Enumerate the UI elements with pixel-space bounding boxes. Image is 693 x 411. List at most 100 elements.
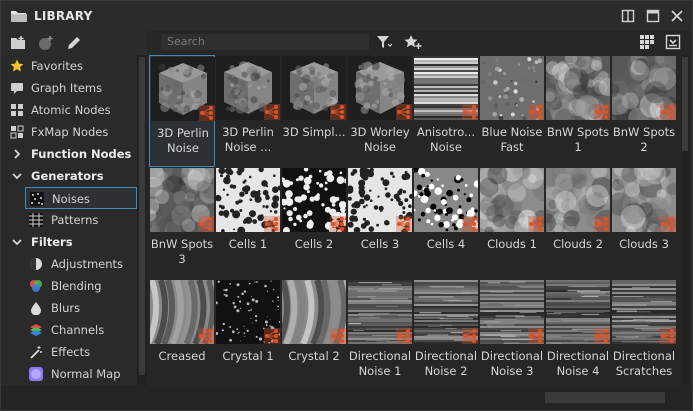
- resource-item-anisotro-noise[interactable]: Anisotro... Noise: [413, 55, 479, 167]
- resource-label: Crystal 1: [222, 349, 274, 363]
- resource-item-creased[interactable]: Creased: [149, 279, 215, 386]
- resource-item-directional-scratches[interactable]: Directional Scratches: [611, 279, 677, 386]
- new-folder-icon[interactable]: [10, 35, 26, 51]
- resource-item-cells-1[interactable]: Cells 1: [215, 167, 281, 279]
- resource-label: 3D Perlin Noise: [157, 126, 209, 155]
- sidebar-item-label: Blurs: [51, 301, 81, 315]
- resource-thumbnail: [546, 280, 610, 344]
- resource-label: Cells 3: [360, 237, 400, 251]
- atomic-nodes-icon: [10, 103, 24, 117]
- sidebar-scrollbar-thumb[interactable]: [139, 57, 145, 375]
- graph-badge-icon: [462, 104, 478, 120]
- sidebar-item-label: FxMap Nodes: [31, 125, 109, 139]
- resource-item-crystal-1[interactable]: Crystal 1: [215, 279, 281, 386]
- resource-item-3d-perlin-noise[interactable]: 3D Perlin Noise ...: [215, 55, 281, 167]
- sidebar-item-blending[interactable]: Blending: [25, 275, 137, 297]
- resource-item-bnw-spots-3[interactable]: BnW Spots 3: [149, 167, 215, 279]
- sidebar-item-function-nodes[interactable]: Function Nodes: [1, 143, 137, 165]
- favorite-add-icon[interactable]: [404, 34, 422, 50]
- normal-map-icon: [29, 367, 43, 381]
- patterns-icon: [29, 213, 43, 227]
- display-options-icon[interactable]: [665, 34, 681, 50]
- library-panel: LIBRARY Search Favorites Graph Items Ato…: [0, 0, 693, 411]
- resource-item-cells-2[interactable]: Cells 2: [281, 167, 347, 279]
- sidebar-item-adjustments[interactable]: Adjustments: [25, 253, 137, 275]
- resource-thumbnail: [216, 56, 280, 120]
- sidebar-item-fxmap-nodes[interactable]: FxMap Nodes: [1, 121, 137, 143]
- resource-label: Clouds 1: [487, 237, 537, 251]
- search-input[interactable]: Search: [161, 34, 369, 50]
- sidebar-item-blurs[interactable]: Blurs: [25, 297, 137, 319]
- sidebar-item-label: Effects: [51, 345, 91, 359]
- resource-thumbnail: [480, 168, 544, 232]
- sidebar-item-graph-items[interactable]: Graph Items: [1, 77, 137, 99]
- maximize-icon[interactable]: [646, 9, 660, 23]
- sidebar-item-generators[interactable]: Generators: [1, 165, 137, 187]
- resource-label: Blue Noise Fast: [481, 125, 543, 154]
- resource-item-directional-noise-4[interactable]: Directional Noise 4: [545, 279, 611, 386]
- resource-thumbnail: [151, 57, 215, 121]
- resource-item-clouds-1[interactable]: Clouds 1: [479, 167, 545, 279]
- sidebar-item-effects[interactable]: Effects: [25, 341, 137, 363]
- graph-badge-icon: [660, 216, 676, 232]
- resource-thumbnail: [282, 280, 346, 344]
- edit-pencil-icon[interactable]: [66, 35, 82, 51]
- resource-grid: 3D Perlin Noise 3D Perlin Noise ... 3D Sim…: [149, 55, 679, 386]
- sidebar-item-label: Favorites: [31, 59, 83, 73]
- resource-label: Directional Noise 3: [480, 349, 544, 378]
- resource-item-clouds-2[interactable]: Clouds 2: [545, 167, 611, 279]
- resource-item-directional-noise-2[interactable]: Directional Noise 2: [413, 279, 479, 386]
- resource-item-3d-worley-noise[interactable]: 3D Worley Noise: [347, 55, 413, 167]
- resource-label: Cells 1: [228, 237, 268, 251]
- grid-view-icon[interactable]: [639, 34, 655, 50]
- filter-icon[interactable]: [376, 34, 392, 50]
- sidebar-item-filters[interactable]: Filters: [1, 231, 137, 253]
- resource-thumbnail: [414, 168, 478, 232]
- graph-badge-icon: [660, 328, 676, 344]
- resource-item-3d-perlin-noise[interactable]: 3D Perlin Noise: [149, 55, 215, 167]
- float-window-icon[interactable]: [621, 9, 635, 23]
- graph-badge-icon: [528, 216, 544, 232]
- resource-item-directional-noise-3[interactable]: Directional Noise 3: [479, 279, 545, 386]
- sidebar-item-label: Adjustments: [51, 257, 124, 271]
- sidebar-item-label: Blending: [51, 279, 102, 293]
- resource-thumbnail: [546, 56, 610, 120]
- sidebar-item-noises[interactable]: Noises: [25, 187, 137, 209]
- resource-thumbnail: [348, 168, 412, 232]
- sidebar-item-patterns[interactable]: Patterns: [25, 209, 137, 231]
- resource-thumbnail: [348, 280, 412, 344]
- grid-scrollbar-thumb[interactable]: [682, 57, 688, 151]
- resource-item-bnw-spots-1[interactable]: BnW Spots 1: [545, 55, 611, 167]
- graph-badge-icon: [264, 216, 280, 232]
- graph-badge-icon: [330, 216, 346, 232]
- resource-item-clouds-3[interactable]: Clouds 3: [611, 167, 677, 279]
- graph-badge-icon: [330, 328, 346, 344]
- channels-icon: [29, 323, 43, 337]
- sidebar-item-normal-map[interactable]: Normal Map: [25, 363, 137, 385]
- resource-label: Directional Noise 4: [546, 349, 610, 378]
- resource-item-3d-simpl[interactable]: 3D Simpl...: [281, 55, 347, 167]
- sidebar-item-label: Filters: [31, 235, 73, 249]
- close-icon[interactable]: [670, 9, 684, 23]
- graph-badge-icon: [198, 216, 214, 232]
- graph-badge-icon: [396, 328, 412, 344]
- adjustments-icon: [29, 257, 43, 271]
- resource-item-crystal-2[interactable]: Crystal 2: [281, 279, 347, 386]
- sidebar-item-channels[interactable]: Channels: [25, 319, 137, 341]
- resource-item-cells-4[interactable]: Cells 4: [413, 167, 479, 279]
- sidebar-item-label: Patterns: [51, 213, 99, 227]
- resource-item-blue-noise-fast[interactable]: Blue Noise Fast: [479, 55, 545, 167]
- graph-badge-icon: [396, 216, 412, 232]
- resource-item-directional-noise-1[interactable]: Directional Noise 1: [347, 279, 413, 386]
- resource-label: 3D Perlin Noise ...: [222, 125, 274, 154]
- resource-label: Directional Scratches: [612, 349, 676, 378]
- sidebar-item-favorites[interactable]: Favorites: [1, 55, 137, 77]
- sidebar-item-atomic-nodes[interactable]: Atomic Nodes: [1, 99, 137, 121]
- resource-thumbnail: [612, 56, 676, 120]
- add-resource-icon[interactable]: [38, 35, 54, 51]
- sidebar-item-label: Function Nodes: [31, 147, 132, 161]
- resource-item-cells-3[interactable]: Cells 3: [347, 167, 413, 279]
- zoom-slider[interactable]: [545, 392, 665, 403]
- resource-item-bnw-spots-2[interactable]: BnW Spots 2: [611, 55, 677, 167]
- fxmap-icon: [10, 125, 24, 139]
